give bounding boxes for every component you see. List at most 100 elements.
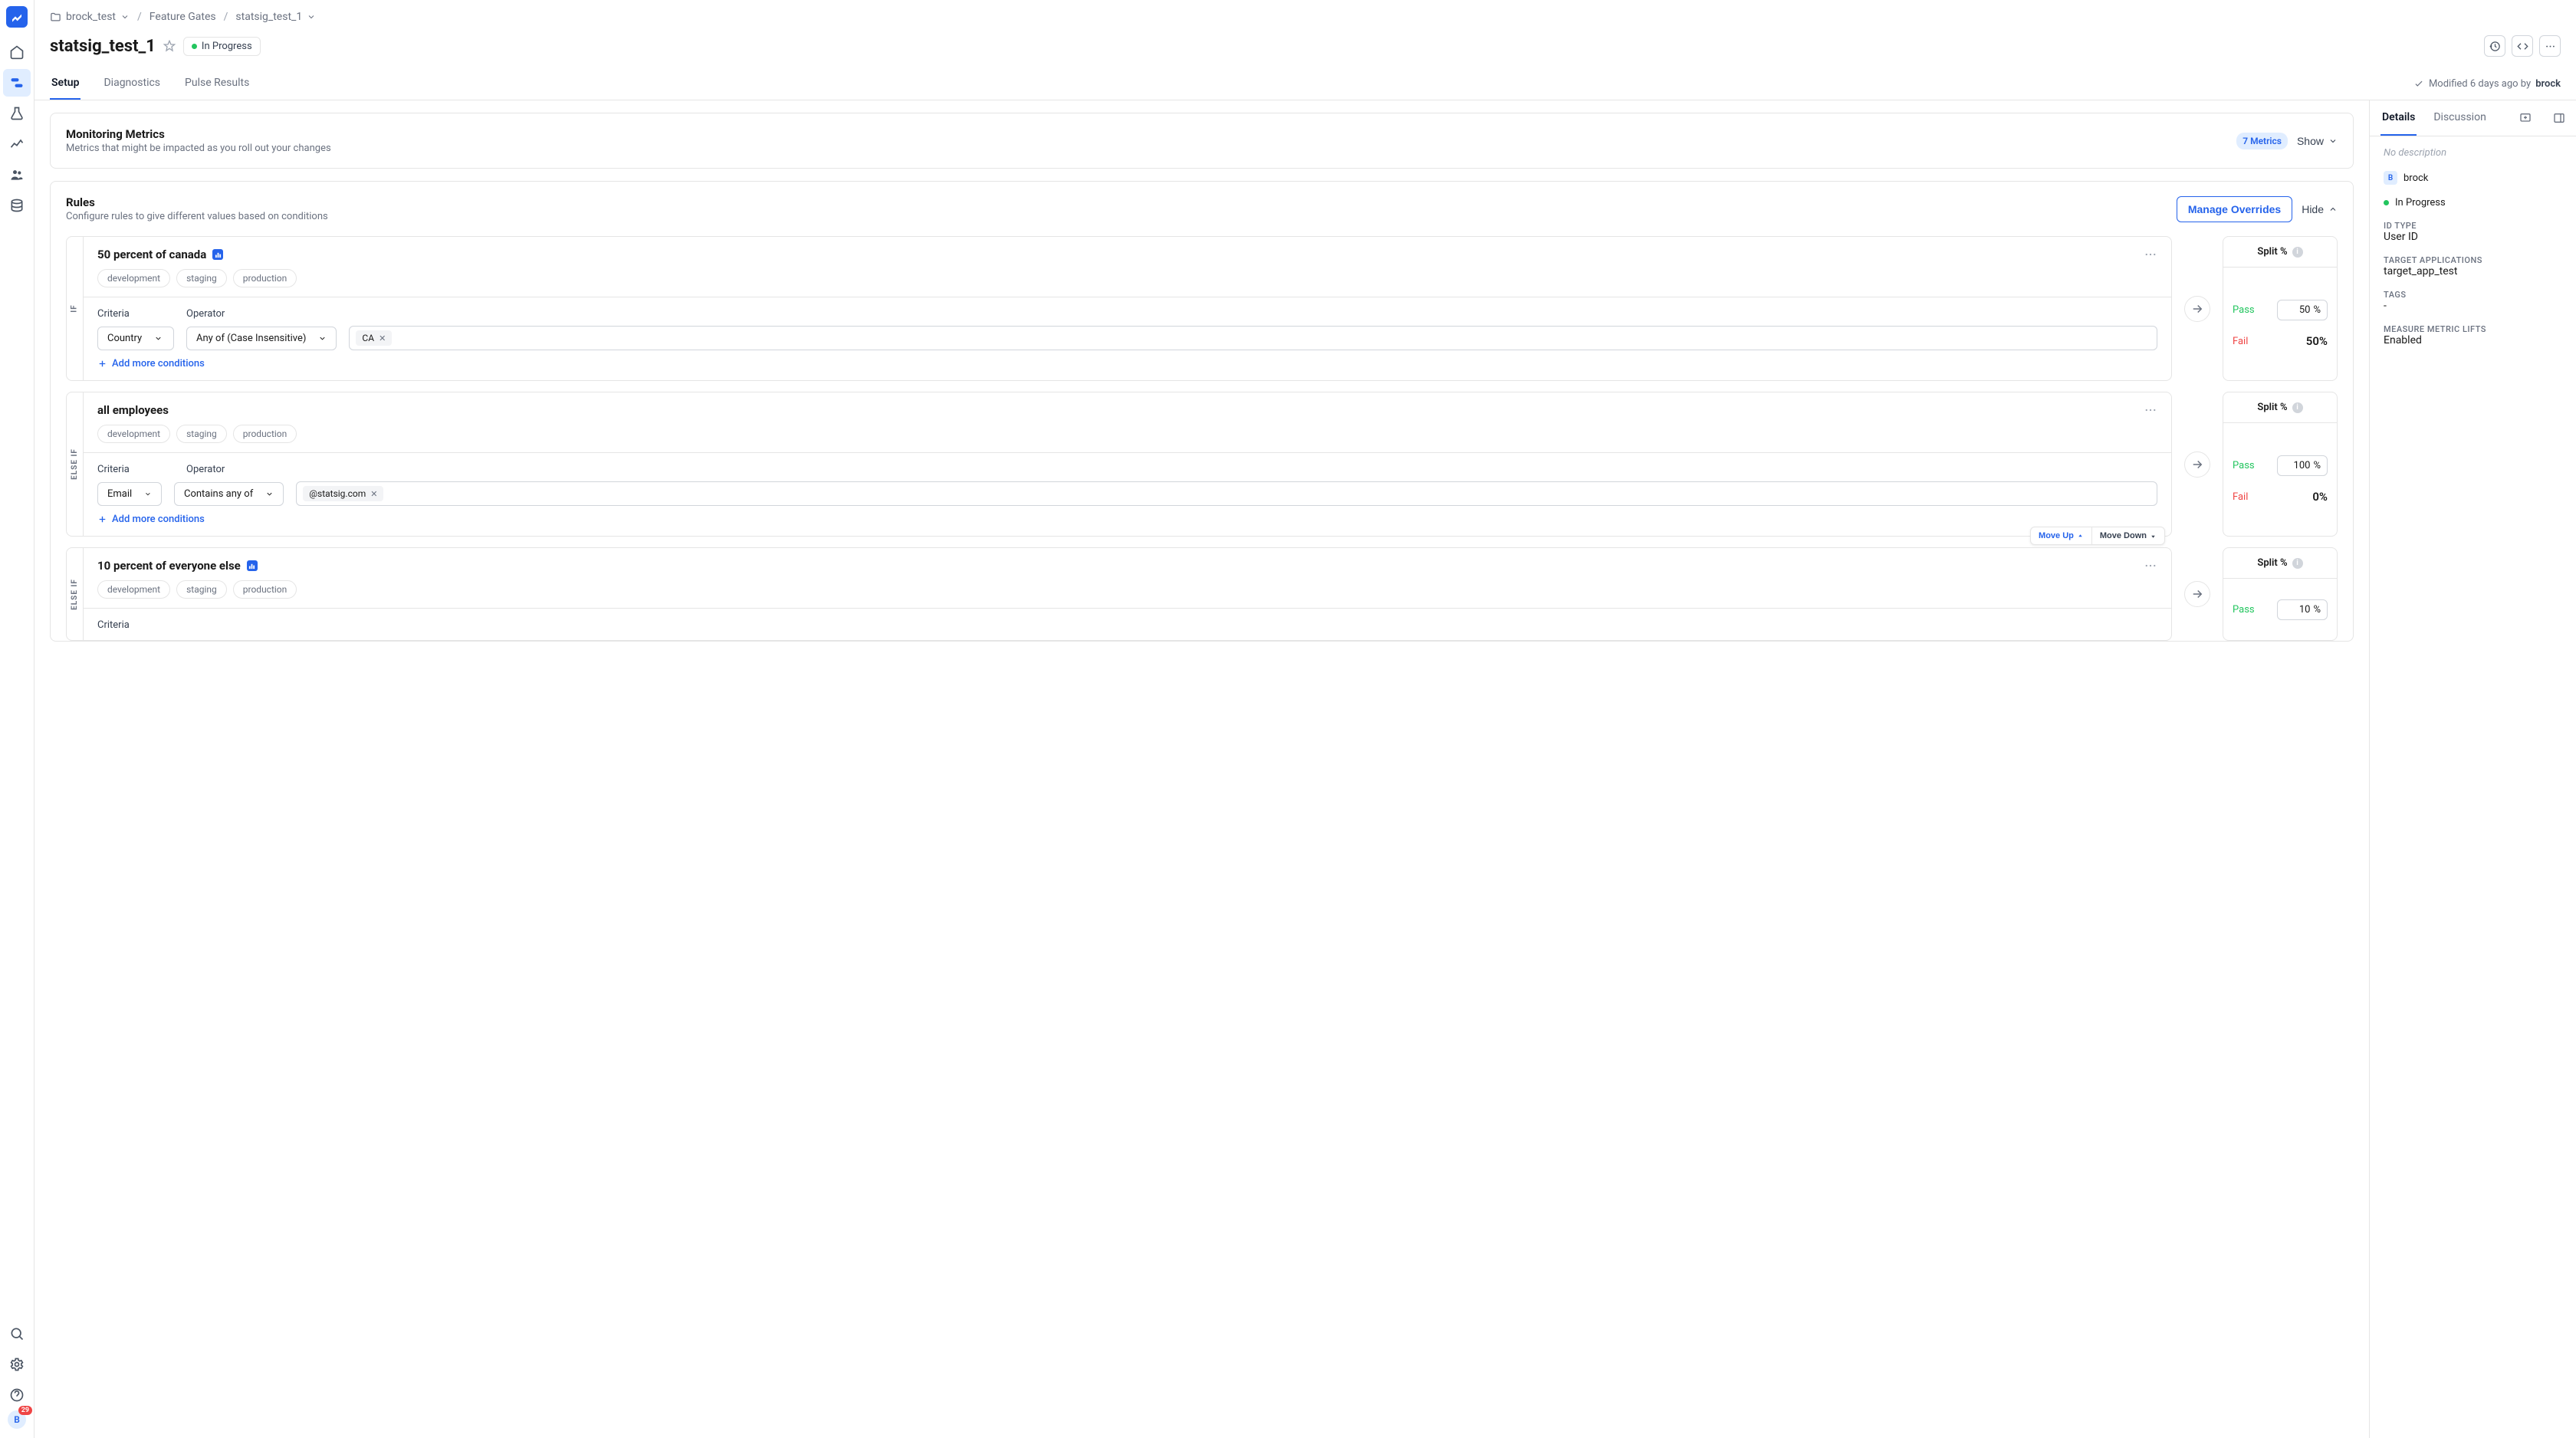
env-tag: production bbox=[233, 580, 297, 599]
rule-card: IF 50 percent of canada bbox=[66, 236, 2172, 381]
id-type-label: ID TYPE bbox=[2384, 221, 2562, 231]
arrow-icon bbox=[2184, 451, 2210, 478]
env-tag: development bbox=[97, 580, 170, 599]
metrics-toggle[interactable]: Show bbox=[2297, 135, 2338, 147]
sidebar: B 29 bbox=[0, 0, 34, 1438]
tags-label: TAGS bbox=[2384, 290, 2562, 300]
info-icon[interactable]: i bbox=[2292, 402, 2303, 413]
tab-setup[interactable]: Setup bbox=[50, 67, 80, 100]
target-apps-label: TARGET APPLICATIONS bbox=[2384, 255, 2562, 265]
rule-more-icon[interactable] bbox=[2144, 403, 2157, 417]
measure-label: MEASURE METRIC LIFTS bbox=[2384, 324, 2562, 334]
arrow-icon bbox=[2184, 581, 2210, 607]
breadcrumb: brock_test / Feature Gates / statsig_tes… bbox=[34, 0, 2576, 23]
more-button[interactable] bbox=[2539, 35, 2561, 57]
tags-value: - bbox=[2384, 300, 2562, 312]
add-comment-icon[interactable] bbox=[2519, 112, 2532, 124]
value-input[interactable]: @statsig.com✕ bbox=[296, 481, 2157, 506]
rule-name: 50 percent of canada bbox=[97, 248, 206, 261]
description-placeholder[interactable]: No description bbox=[2384, 147, 2562, 159]
fail-label: Fail bbox=[2233, 336, 2248, 347]
rules-card: Rules Configure rules to give different … bbox=[50, 181, 2354, 642]
split-card: Split %i Pass 10% bbox=[2223, 547, 2338, 641]
rule-more-icon[interactable] bbox=[2144, 248, 2157, 261]
rule-more-icon[interactable] bbox=[2144, 559, 2157, 573]
pass-input[interactable]: 100% bbox=[2277, 455, 2328, 476]
page-title: statsig_test_1 bbox=[50, 37, 156, 56]
rule-row: IF 50 percent of canada bbox=[66, 236, 2338, 381]
nav-data[interactable] bbox=[3, 192, 31, 219]
manage-overrides-button[interactable]: Manage Overrides bbox=[2177, 196, 2292, 222]
collapse-panel-icon[interactable] bbox=[2553, 112, 2565, 124]
star-icon[interactable] bbox=[163, 40, 176, 52]
metrics-subtitle: Metrics that might be impacted as you ro… bbox=[66, 143, 331, 154]
rules-toggle[interactable]: Hide bbox=[2302, 203, 2338, 215]
rule-row: ELSE IF 10 percent of everyone else bbox=[66, 547, 2338, 641]
move-down-button[interactable]: Move Down bbox=[2092, 527, 2164, 544]
rule-row: ELSE IF all employees development stagin… bbox=[66, 392, 2338, 537]
history-button[interactable] bbox=[2484, 35, 2505, 57]
add-condition-button[interactable]: Add more conditions bbox=[97, 358, 2157, 369]
criteria-select[interactable]: Country bbox=[97, 327, 174, 350]
details-tab-details[interactable]: Details bbox=[2380, 100, 2417, 136]
env-tag: development bbox=[97, 425, 170, 443]
nav-experiments[interactable] bbox=[3, 100, 31, 127]
value-input[interactable]: CA✕ bbox=[349, 326, 2157, 350]
add-condition-button[interactable]: Add more conditions bbox=[97, 514, 2157, 525]
nav-help[interactable] bbox=[3, 1381, 31, 1409]
criteria-label: Criteria bbox=[97, 464, 174, 475]
user-avatar[interactable]: B 29 bbox=[8, 1410, 26, 1429]
chip-remove-icon[interactable]: ✕ bbox=[370, 489, 377, 499]
breadcrumb-section[interactable]: Feature Gates bbox=[150, 11, 216, 23]
chart-icon[interactable] bbox=[247, 560, 258, 571]
split-card: Split %i Pass 50% Fail 50% bbox=[2223, 236, 2338, 381]
rules-subtitle: Configure rules to give different values… bbox=[66, 211, 328, 222]
nav-home[interactable] bbox=[3, 38, 31, 66]
details-panel: Details Discussion No description B broc… bbox=[2369, 100, 2576, 1438]
chip-remove-icon[interactable]: ✕ bbox=[379, 333, 386, 343]
nav-users[interactable] bbox=[3, 161, 31, 189]
breadcrumb-item[interactable]: statsig_test_1 bbox=[235, 11, 316, 23]
breadcrumb-folder[interactable]: brock_test bbox=[50, 11, 130, 23]
env-tag: production bbox=[233, 425, 297, 443]
criteria-select[interactable]: Email bbox=[97, 482, 162, 506]
pass-input[interactable]: 50% bbox=[2277, 300, 2328, 320]
app-logo[interactable] bbox=[6, 6, 28, 28]
code-button[interactable] bbox=[2512, 35, 2533, 57]
avatar-initial: B bbox=[14, 1414, 20, 1425]
tab-pulse[interactable]: Pulse Results bbox=[183, 67, 251, 100]
chip: CA✕ bbox=[356, 330, 392, 346]
rule-name: 10 percent of everyone else bbox=[97, 559, 241, 573]
info-icon[interactable]: i bbox=[2292, 558, 2303, 569]
fail-value: 0% bbox=[2312, 490, 2328, 504]
nav-settings[interactable] bbox=[3, 1351, 31, 1378]
id-type-value: User ID bbox=[2384, 231, 2562, 243]
tab-diagnostics[interactable]: Diagnostics bbox=[102, 67, 162, 100]
chart-icon[interactable] bbox=[212, 249, 223, 260]
target-apps-value: target_app_test bbox=[2384, 265, 2562, 277]
operator-label: Operator bbox=[186, 464, 225, 475]
pass-label: Pass bbox=[2233, 304, 2255, 316]
nav-gates[interactable] bbox=[3, 69, 31, 97]
criteria-label: Criteria bbox=[97, 619, 174, 631]
metrics-title: Monitoring Metrics bbox=[66, 127, 331, 141]
measure-value: Enabled bbox=[2384, 334, 2562, 346]
arrow-icon bbox=[2184, 296, 2210, 322]
operator-select[interactable]: Any of (Case Insensitive) bbox=[186, 327, 337, 350]
rule-label: ELSE IF bbox=[71, 448, 79, 480]
info-icon[interactable]: i bbox=[2292, 247, 2303, 258]
move-bar: Move Up Move Down bbox=[2030, 527, 2165, 545]
nav-search[interactable] bbox=[3, 1320, 31, 1348]
env-tag: staging bbox=[176, 425, 227, 443]
env-tag: production bbox=[233, 269, 297, 287]
nav-metrics[interactable] bbox=[3, 130, 31, 158]
pass-input[interactable]: 10% bbox=[2277, 599, 2328, 620]
operator-label: Operator bbox=[186, 308, 225, 320]
status-row: In Progress bbox=[2384, 197, 2562, 208]
rule-label: IF bbox=[71, 304, 79, 312]
operator-select[interactable]: Contains any of bbox=[174, 482, 284, 506]
move-up-button[interactable]: Move Up bbox=[2031, 527, 2092, 544]
rules-title: Rules bbox=[66, 195, 328, 209]
fail-value: 50% bbox=[2306, 334, 2328, 348]
details-tab-discussion[interactable]: Discussion bbox=[2432, 100, 2487, 136]
